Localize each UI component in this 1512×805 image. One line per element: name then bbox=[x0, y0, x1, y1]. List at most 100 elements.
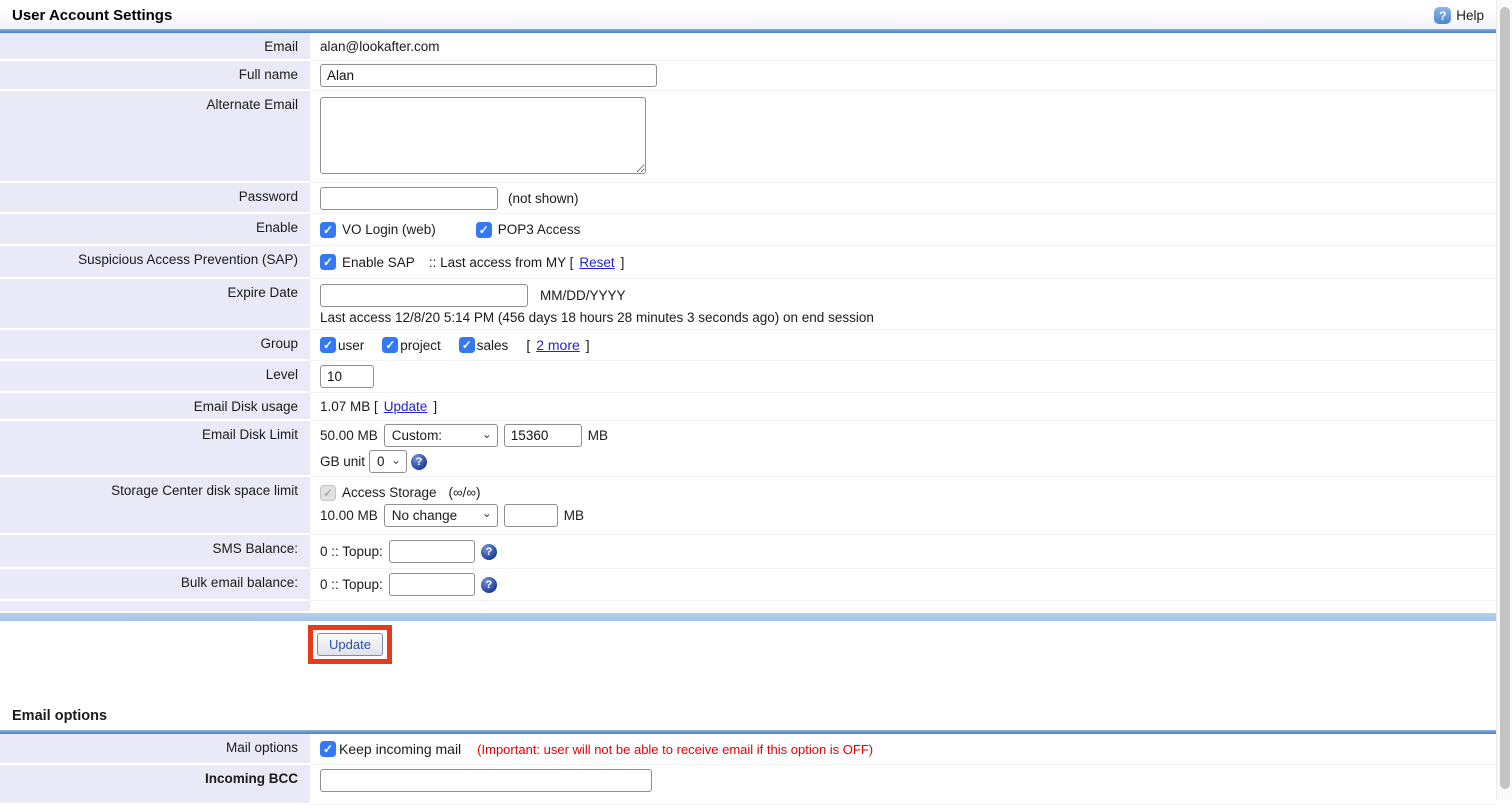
row-level: Level bbox=[0, 361, 1496, 393]
row-disk-limit: Email Disk Limit 50.00 MB Custom: ⌄ MB G… bbox=[0, 421, 1496, 477]
section-divider-bar bbox=[0, 613, 1496, 621]
email-value: alan@lookafter.com bbox=[320, 39, 440, 54]
checkmark-icon: ✓ bbox=[385, 339, 395, 351]
bulk-help-icon[interactable]: ? bbox=[481, 577, 497, 593]
vo-login-label: VO Login (web) bbox=[342, 222, 436, 237]
sms-balance-value: 0 :: Topup: bbox=[320, 544, 383, 559]
email-options-title: Email options bbox=[0, 700, 1496, 730]
checkmark-icon: ✓ bbox=[323, 487, 333, 499]
sap-reset-link[interactable]: Reset bbox=[579, 255, 614, 270]
disk-limit-current: 50.00 MB bbox=[320, 428, 378, 443]
disk-usage-value: 1.07 MB [ bbox=[320, 399, 378, 414]
expire-date-input[interactable] bbox=[320, 284, 528, 307]
group-more-suffix: ] bbox=[586, 337, 590, 353]
incoming-bcc-label: Incoming BCC bbox=[0, 765, 310, 805]
storage-mode-select[interactable]: No change ⌄ bbox=[384, 504, 498, 527]
keep-incoming-mail-label: Keep incoming mail bbox=[339, 741, 461, 757]
row-sap: Suspicious Access Prevention (SAP) ✓ Ena… bbox=[0, 246, 1496, 279]
group-sales-label: sales bbox=[477, 338, 509, 353]
page-content: User Account Settings ? Help Email alan@… bbox=[0, 0, 1496, 805]
disk-usage-label: Email Disk usage bbox=[0, 393, 310, 421]
incoming-bcc-input[interactable] bbox=[320, 769, 652, 792]
checkmark-icon: ✓ bbox=[323, 743, 333, 755]
page-title: User Account Settings bbox=[12, 7, 172, 24]
disk-limit-mode-select[interactable]: Custom: ⌄ bbox=[384, 424, 498, 447]
gb-unit-value: 0 bbox=[377, 454, 385, 469]
help-button[interactable]: ? Help bbox=[1434, 7, 1484, 24]
disk-limit-label: Email Disk Limit bbox=[0, 421, 310, 477]
password-input[interactable] bbox=[320, 187, 498, 210]
gb-unit-select[interactable]: 0 ⌄ bbox=[369, 450, 407, 473]
row-expire-date: Expire Date MM/DD/YYYY Last access 12/8/… bbox=[0, 279, 1496, 330]
row-group: Group ✓ user ✓ project ✓ sales [ 2 more … bbox=[0, 330, 1496, 361]
help-icon: ? bbox=[1434, 7, 1451, 24]
storage-quota: (∞/∞) bbox=[449, 485, 481, 500]
checkmark-icon: ✓ bbox=[462, 339, 472, 351]
scrollbar-thumb[interactable] bbox=[1500, 7, 1510, 789]
row-incoming-bcc: Incoming BCC bbox=[0, 765, 1496, 805]
full-name-label: Full name bbox=[0, 61, 310, 91]
group-more-link[interactable]: 2 more bbox=[536, 337, 580, 353]
password-label: Password bbox=[0, 183, 310, 214]
mail-options-label: Mail options bbox=[0, 734, 310, 765]
sms-topup-input[interactable] bbox=[389, 540, 475, 563]
chevron-down-icon: ⌄ bbox=[482, 507, 492, 519]
enable-sap-label: Enable SAP bbox=[342, 255, 415, 270]
enable-label: Enable bbox=[0, 214, 310, 246]
sms-help-icon[interactable]: ? bbox=[481, 544, 497, 560]
level-input[interactable] bbox=[320, 365, 374, 388]
expire-date-format: MM/DD/YYYY bbox=[540, 288, 626, 303]
disk-limit-unit: MB bbox=[588, 428, 608, 443]
vo-login-checkbox[interactable]: ✓ bbox=[320, 222, 336, 238]
scrollbar[interactable] bbox=[1496, 0, 1512, 800]
disk-limit-mode-value: Custom: bbox=[392, 428, 442, 443]
gb-unit-help-icon[interactable]: ? bbox=[411, 454, 427, 470]
row-storage-limit: Storage Center disk space limit ✓ Access… bbox=[0, 477, 1496, 535]
row-filler bbox=[0, 601, 1496, 613]
row-sms-balance: SMS Balance: 0 :: Topup: ? bbox=[0, 535, 1496, 569]
row-disk-usage: Email Disk usage 1.07 MB [ Update ] bbox=[0, 393, 1496, 421]
row-alternate-email: Alternate Email bbox=[0, 91, 1496, 183]
full-name-input[interactable] bbox=[320, 64, 657, 87]
disk-limit-custom-input[interactable] bbox=[504, 424, 582, 447]
sms-balance-label: SMS Balance: bbox=[0, 535, 310, 569]
chevron-down-icon: ⌄ bbox=[482, 428, 492, 440]
keep-incoming-mail-checkbox[interactable]: ✓ bbox=[320, 741, 336, 757]
bulk-topup-input[interactable] bbox=[389, 573, 475, 596]
row-mail-options: Mail options ✓ Keep incoming mail (Impor… bbox=[0, 734, 1496, 765]
pop3-access-checkbox[interactable]: ✓ bbox=[476, 222, 492, 238]
row-full-name: Full name bbox=[0, 61, 1496, 91]
gb-unit-label: GB unit bbox=[320, 454, 365, 469]
group-project-label: project bbox=[400, 338, 441, 353]
row-email: Email alan@lookafter.com bbox=[0, 33, 1496, 61]
bulk-balance-label: Bulk email balance: bbox=[0, 569, 310, 601]
disk-usage-update-link[interactable]: Update bbox=[384, 399, 428, 414]
group-user-checkbox[interactable]: ✓ bbox=[320, 337, 336, 353]
alternate-email-textarea[interactable] bbox=[320, 97, 646, 174]
pop3-access-label: POP3 Access bbox=[498, 222, 581, 237]
page-header: User Account Settings ? Help bbox=[0, 0, 1496, 29]
row-enable: Enable ✓ VO Login (web) ✓ POP3 Access bbox=[0, 214, 1496, 246]
storage-mode-value: No change bbox=[392, 508, 457, 523]
level-label: Level bbox=[0, 361, 310, 393]
group-project-checkbox[interactable]: ✓ bbox=[382, 337, 398, 353]
group-more-prefix: [ bbox=[526, 337, 530, 353]
group-sales-checkbox[interactable]: ✓ bbox=[459, 337, 475, 353]
chevron-down-icon: ⌄ bbox=[391, 454, 401, 466]
help-label: Help bbox=[1456, 8, 1484, 23]
group-user-label: user bbox=[338, 338, 364, 353]
group-label: Group bbox=[0, 330, 310, 361]
enable-sap-checkbox[interactable]: ✓ bbox=[320, 254, 336, 270]
sap-status-text: :: Last access from MY [ bbox=[429, 255, 574, 270]
checkmark-icon: ✓ bbox=[323, 224, 333, 236]
update-button[interactable]: Update bbox=[317, 633, 383, 656]
storage-custom-input[interactable] bbox=[504, 504, 558, 527]
checkmark-icon: ✓ bbox=[323, 256, 333, 268]
storage-current: 10.00 MB bbox=[320, 508, 378, 523]
sap-status-suffix: ] bbox=[621, 255, 625, 270]
mail-options-warning: (Important: user will not be able to rec… bbox=[477, 742, 873, 757]
storage-limit-label: Storage Center disk space limit bbox=[0, 477, 310, 535]
highlight-box: Update bbox=[308, 625, 392, 664]
access-storage-checkbox: ✓ bbox=[320, 485, 336, 501]
sap-label: Suspicious Access Prevention (SAP) bbox=[0, 246, 310, 279]
